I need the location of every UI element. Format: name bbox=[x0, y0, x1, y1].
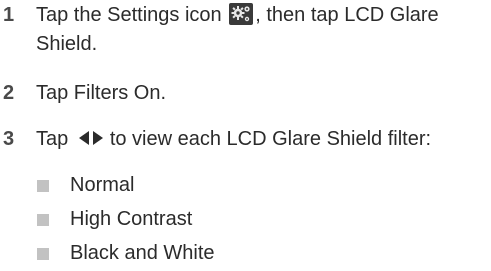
step-number: 1 bbox=[3, 4, 15, 26]
step-number: 3 bbox=[3, 128, 15, 150]
filter-label: High Contrast bbox=[70, 208, 193, 230]
bullet-square-icon bbox=[37, 180, 49, 192]
step-text: Tap to view each LCD Glare Shield filter… bbox=[36, 126, 476, 155]
bullet-square-icon bbox=[37, 214, 49, 226]
step-text-after-icon: , then tap LCD Glare bbox=[255, 4, 439, 26]
step-line: Tap Filters On. bbox=[36, 82, 167, 104]
step-text-after-arrows: to view each LCD Glare Shield filter: bbox=[109, 128, 432, 150]
filter-label: Normal bbox=[70, 174, 135, 196]
step-text-before-arrows: Tap bbox=[36, 128, 69, 150]
step-text-before-icon: Tap the Settings icon bbox=[36, 4, 222, 26]
step-line: Tap to view each LCD Glare Shield filter… bbox=[36, 126, 476, 155]
step-number: 2 bbox=[3, 82, 15, 104]
step-line-2: Shield. bbox=[36, 33, 98, 55]
settings-gear-icon bbox=[229, 3, 254, 25]
step-text: Tap the Settings icon , then tap LCD Gla… bbox=[36, 2, 476, 60]
instructions-document: 1 Tap the Settings icon , then tap LCD G… bbox=[0, 0, 491, 271]
bullet-square-icon bbox=[37, 248, 49, 260]
left-right-arrows-icon bbox=[76, 128, 106, 154]
step-line: Tap the Settings icon , then tap LCD Gla… bbox=[36, 2, 476, 31]
filter-label: Black and White bbox=[70, 242, 215, 264]
step-text: Tap Filters On. bbox=[36, 80, 476, 109]
